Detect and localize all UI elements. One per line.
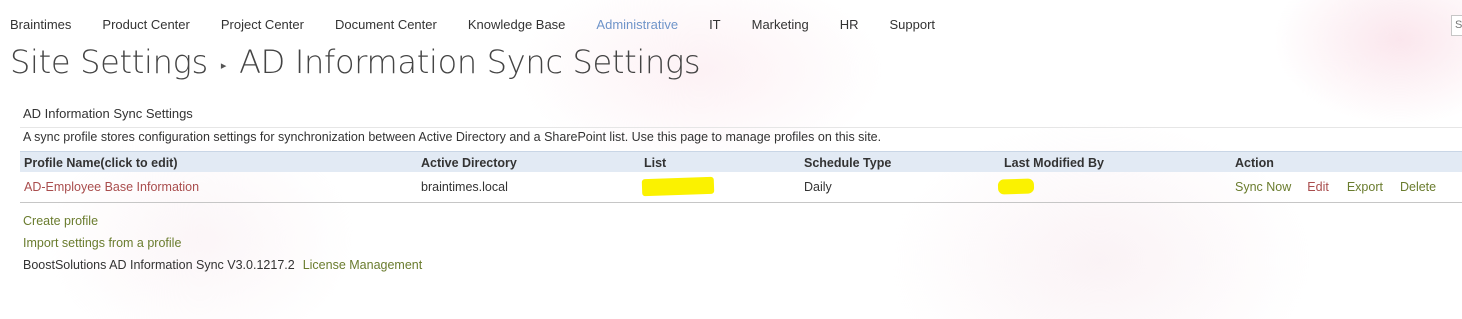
active-directory-cell: braintimes.local	[421, 179, 508, 194]
version-line: BoostSolutions AD Information Sync V3.0.…	[23, 254, 422, 276]
nav-item-it[interactable]: IT	[709, 16, 721, 36]
nav-item-document-center[interactable]: Document Center	[335, 16, 437, 36]
profile-name-link[interactable]: AD-Employee Base Information	[24, 180, 199, 194]
redaction-mark	[997, 178, 1035, 195]
table-header-row: Profile Name(click to edit) Active Direc…	[20, 151, 1462, 172]
column-header-profile-name: Profile Name(click to edit)	[24, 155, 178, 170]
breadcrumb-current: AD Information Sync Settings	[239, 43, 701, 81]
nav-item-administrative[interactable]: Administrative	[596, 16, 678, 36]
description-row: A sync profile stores configuration sett…	[20, 127, 1462, 150]
section-heading: AD Information Sync Settings	[23, 106, 193, 121]
top-navigation: Braintimes Product Center Project Center…	[0, 16, 956, 36]
redaction-mark	[641, 176, 715, 197]
export-link[interactable]: Export	[1347, 180, 1383, 194]
license-management-link[interactable]: License Management	[303, 258, 423, 272]
column-header-list: List	[644, 155, 667, 170]
schedule-type-cell: Daily	[804, 179, 832, 194]
delete-link[interactable]: Delete	[1400, 180, 1436, 194]
version-text: BoostSolutions AD Information Sync V3.0.…	[23, 258, 295, 272]
table-row: AD-Employee Base Information braintimes.…	[20, 172, 1462, 203]
nav-item-knowledge-base[interactable]: Knowledge Base	[468, 16, 566, 36]
import-settings-link[interactable]: Import settings from a profile	[23, 232, 422, 254]
sync-now-link[interactable]: Sync Now	[1235, 180, 1291, 194]
create-profile-link[interactable]: Create profile	[23, 210, 422, 232]
column-header-active-directory: Active Directory	[421, 155, 517, 170]
column-header-last-modified-by: Last Modified By	[1004, 155, 1105, 170]
action-cell: Sync Now Edit Export Delete	[1231, 172, 1462, 203]
last-modified-by-cell	[997, 172, 1231, 203]
column-header-schedule-type: Schedule Type	[804, 155, 892, 170]
section-description: A sync profile stores configuration sett…	[23, 130, 882, 144]
nav-item-support[interactable]: Support	[889, 16, 935, 36]
nav-item-marketing[interactable]: Marketing	[752, 16, 809, 36]
breadcrumb-site-settings[interactable]: Site Settings	[10, 43, 208, 81]
footer-links: Create profile Import settings from a pr…	[23, 210, 422, 276]
nav-item-product-center[interactable]: Product Center	[102, 16, 189, 36]
profiles-table: Profile Name(click to edit) Active Direc…	[20, 151, 1462, 203]
search-input[interactable]: S	[1451, 15, 1462, 36]
list-cell	[640, 172, 800, 203]
nav-item-project-center[interactable]: Project Center	[221, 16, 304, 36]
page-title: Site Settings ▸ AD Information Sync Sett…	[10, 40, 701, 84]
nav-item-hr[interactable]: HR	[840, 16, 859, 36]
column-header-action: Action	[1235, 155, 1274, 170]
edit-link[interactable]: Edit	[1307, 180, 1329, 194]
breadcrumb-arrow-icon: ▸	[220, 58, 227, 72]
nav-item-braintimes[interactable]: Braintimes	[10, 16, 71, 36]
